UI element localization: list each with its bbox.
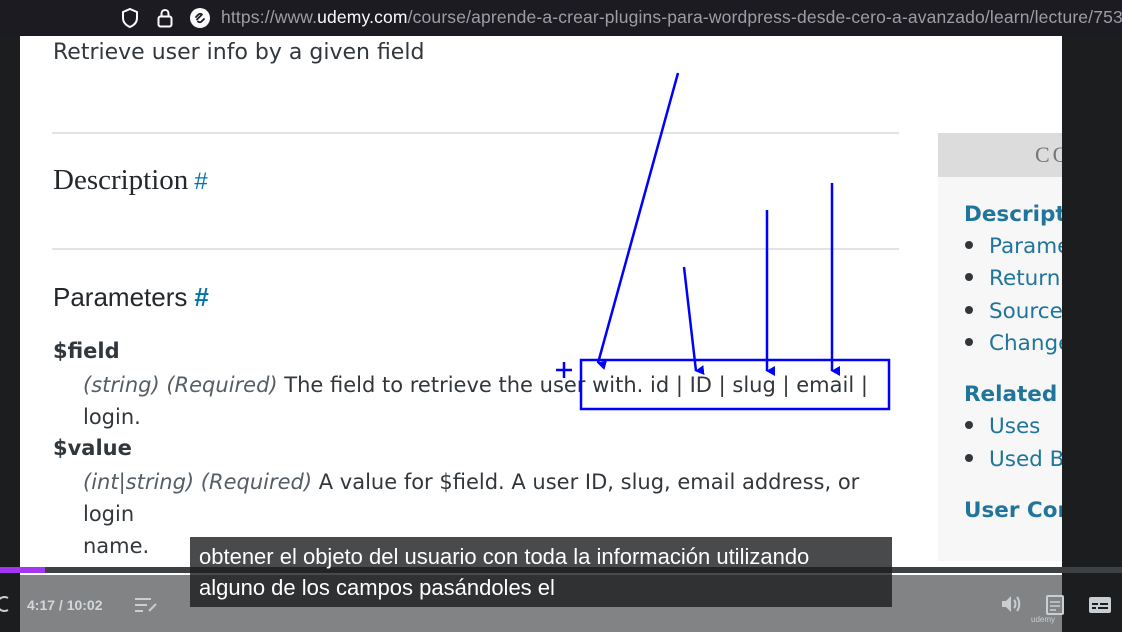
url-text[interactable]: https://www.udemy.com/course/aprende-a-c… <box>221 7 1122 28</box>
notes-icon[interactable] <box>1046 595 1064 615</box>
toc-changelog-link[interactable]: Change <box>965 331 1062 356</box>
playback-time: 4:17 / 10:02 <box>27 597 103 613</box>
param-field-name: $field <box>53 339 120 363</box>
param-value-name: $value <box>53 436 132 460</box>
shield-icon[interactable] <box>119 7 141 29</box>
toc-parameters-link[interactable]: Parame <box>965 234 1062 259</box>
caption-line: obtener el objeto del usuario con toda l… <box>199 544 810 569</box>
sidebar-header: CO <box>938 133 1062 177</box>
toc-source-link[interactable]: Source <box>965 299 1062 324</box>
captions-icon[interactable] <box>1088 596 1112 614</box>
caption-line: alguno de los campos pasándoles el <box>199 575 555 600</box>
toc-uses-link[interactable]: Uses <box>965 414 1040 439</box>
parameters-anchor-link[interactable]: # <box>194 282 208 312</box>
volume-icon[interactable] <box>1000 594 1022 614</box>
toc-return-link[interactable]: Return <box>965 266 1060 291</box>
divider <box>52 132 899 134</box>
progress-played <box>0 567 45 573</box>
parameters-heading: Parameters # <box>53 282 209 312</box>
lock-icon[interactable] <box>154 7 176 29</box>
subtitle-caption: obtener el objeto del usuario con toda l… <box>190 537 892 607</box>
function-summary: Retrieve user info by a given field <box>53 40 425 65</box>
browser-url-bar: https://www.udemy.com/course/aprende-a-c… <box>0 0 1122 36</box>
description-heading: Description # <box>53 164 208 196</box>
param-field-description: (string) (Required) The field to retriev… <box>83 373 868 429</box>
toc-user-contributed-link[interactable]: User Cont <box>964 498 1062 523</box>
rewind-icon[interactable] <box>0 595 10 613</box>
toc-description-link[interactable]: Descriptio <box>964 202 1062 227</box>
toc-used-by-link[interactable]: Used By <box>965 447 1062 472</box>
transcript-icon[interactable] <box>134 597 158 613</box>
permissions-icon[interactable] <box>189 7 211 29</box>
description-anchor-link[interactable]: # <box>194 168 207 195</box>
contents-sidebar: CO Descriptio Parame Return Source Chang… <box>938 133 1062 561</box>
divider <box>52 248 899 250</box>
toc-related-link[interactable]: Related <box>964 382 1057 407</box>
udemy-watermark: udemy <box>1031 615 1056 624</box>
